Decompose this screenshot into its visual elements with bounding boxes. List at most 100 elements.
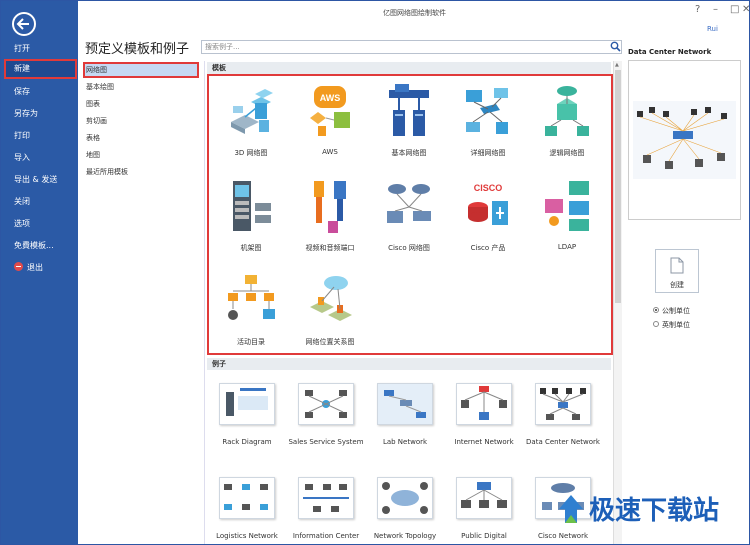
template-aws[interactable]: AWS AWS [290,82,370,162]
example-sales-service-system[interactable]: Sales Service System [286,383,366,447]
search-icon[interactable] [610,41,621,52]
template-basic-network[interactable]: 基本网络图 [369,82,449,162]
templates-highlight: 3D 网络图 AWS AWS 基本网络图 详细网络图 逻辑网络图 机架图 视频和… [207,74,613,355]
category-clipart[interactable]: 剪切画 [83,113,199,129]
example-thumbnail [535,383,591,425]
preview-image [628,60,741,220]
template-label: 详细网络图 [470,149,506,157]
aws-badge-text: AWS [320,93,341,103]
watermark-text: 极速下载站 [589,496,719,526]
rack-icon [233,181,271,231]
user-name[interactable]: Rui [707,25,718,33]
sidebar-item-export-send[interactable]: 导出 & 发送 [4,170,77,190]
example-internet-network[interactable]: Internet Network [444,383,524,447]
example-public-digital[interactable]: Public Digital [444,477,524,541]
example-information-center[interactable]: Information Center [286,477,366,541]
unit-imperial-option[interactable]: 英制单位 [653,320,690,330]
minimize-icon[interactable]: – [713,4,718,15]
example-thumbnail [298,477,354,519]
scroll-thumb[interactable] [615,70,621,303]
sidebar-item-print[interactable]: 打印 [4,126,77,146]
template-active-directory[interactable]: 活动目录 [211,271,291,351]
example-lab-network[interactable]: Lab Network [365,383,445,447]
detailed-network-icon [466,88,508,134]
close-icon[interactable]: ✕ [742,4,749,15]
sidebar-item-close[interactable]: 关闭 [4,192,77,212]
sidebar-item-options[interactable]: 选项 [4,214,77,234]
create-button[interactable]: 创建 [655,249,699,293]
category-network[interactable]: 网络图 [83,62,199,78]
category-basic-drawing[interactable]: 基本绘图 [83,79,199,95]
template-label: AWS [322,148,338,156]
template-label: Cisco 产品 [470,244,506,252]
back-arrow-icon[interactable] [12,12,36,36]
category-tables[interactable]: 表格 [83,130,199,146]
create-label: 创建 [670,281,684,289]
example-network-topology[interactable]: Network Topology [365,477,445,541]
example-label: Information Center [292,532,360,540]
preview-title: Data Center Network [628,48,712,56]
template-network-location[interactable]: 网络位置关系图 [290,271,370,351]
templates-header: 模板 [207,62,611,74]
gallery-scrollbar[interactable]: ▲ [613,61,622,544]
template-av-ports[interactable]: 视频和音频端口 [290,177,370,257]
sidebar-item-exit[interactable]: 退出 [4,258,77,278]
example-data-center-network[interactable]: Data Center Network [523,383,603,447]
example-thumbnail [456,477,512,519]
help-icon[interactable]: ? [695,4,700,15]
exit-icon [14,262,23,271]
category-maps[interactable]: 地图 [83,147,199,163]
template-label: 逻辑网络图 [549,149,585,157]
example-rack-diagram[interactable]: Rack Diagram [207,383,287,447]
example-thumbnail [456,383,512,425]
sidebar-item-save[interactable]: 保存 [4,82,77,102]
radio-icon [653,307,659,313]
example-label: Lab Network [382,438,428,446]
template-label: 网络位置关系图 [305,338,355,346]
template-ldap[interactable]: LDAP [527,177,607,257]
template-logical-network[interactable]: 逻辑网络图 [527,82,607,162]
category-charts[interactable]: 图表 [83,96,199,112]
example-label: Rack Diagram [222,438,272,446]
page-title: 预定义模板和例子 [85,42,190,57]
basic-network-icon [389,84,429,136]
example-label: Sales Service System [288,438,364,446]
unit-label: 公制单位 [662,307,690,315]
maximize-icon[interactable]: □ [730,4,739,15]
category-recent[interactable]: 最近所用模板 [83,164,199,180]
scroll-up-icon[interactable]: ▲ [615,62,619,68]
search-input[interactable]: 搜索例子... [201,40,622,54]
sidebar-item-new[interactable]: 新建 [4,59,77,79]
example-thumbnail [219,477,275,519]
example-thumbnail [377,383,433,425]
app-window: 打开 新建 保存 另存为 打印 导入 导出 & 发送 关闭 选项 免費模板...… [0,0,750,545]
aws-icon: AWS [310,86,350,136]
template-label: 活动目录 [237,338,265,346]
template-rack[interactable]: 机架图 [211,177,291,257]
template-label: 基本网络图 [391,149,427,157]
cisco-badge-text: CISCO [474,183,503,193]
template-3d-network[interactable]: 3D 网络图 [211,82,291,162]
template-label: Cisco 网络图 [388,244,430,252]
logical-network-icon [545,86,589,136]
unit-metric-option[interactable]: 公制单位 [653,306,690,316]
template-label: 3D 网络图 [234,149,268,157]
av-ports-icon [314,181,346,233]
template-detailed-network[interactable]: 详细网络图 [448,82,528,162]
cisco-products-icon: CISCO [468,183,508,225]
template-cisco-network[interactable]: Cisco 网络图 [369,177,449,257]
template-gallery: 模板 3D 网络图 AWS AWS 基本网络图 详细网络图 逻辑网络图 机架图 … [204,61,613,544]
sidebar-item-import[interactable]: 导入 [4,148,77,168]
example-thumbnail [219,383,275,425]
example-logistics-network[interactable]: Logistics Network [207,477,287,541]
template-cisco-products[interactable]: CISCO Cisco 产品 [448,177,528,257]
window-title: 亿图网络图绘制软件 [383,9,446,17]
example-label: Network Topology [373,532,437,540]
sidebar-item-save-as[interactable]: 另存为 [4,104,77,124]
template-label: LDAP [557,243,577,251]
example-label: Data Center Network [526,438,600,446]
sidebar-item-open[interactable]: 打开 [4,39,77,59]
title-bar: 亿图网络图绘制软件 ? – □ ✕ [78,1,749,23]
example-label: Logistics Network [216,532,278,540]
sidebar-item-free-templates[interactable]: 免費模板... [4,236,77,256]
